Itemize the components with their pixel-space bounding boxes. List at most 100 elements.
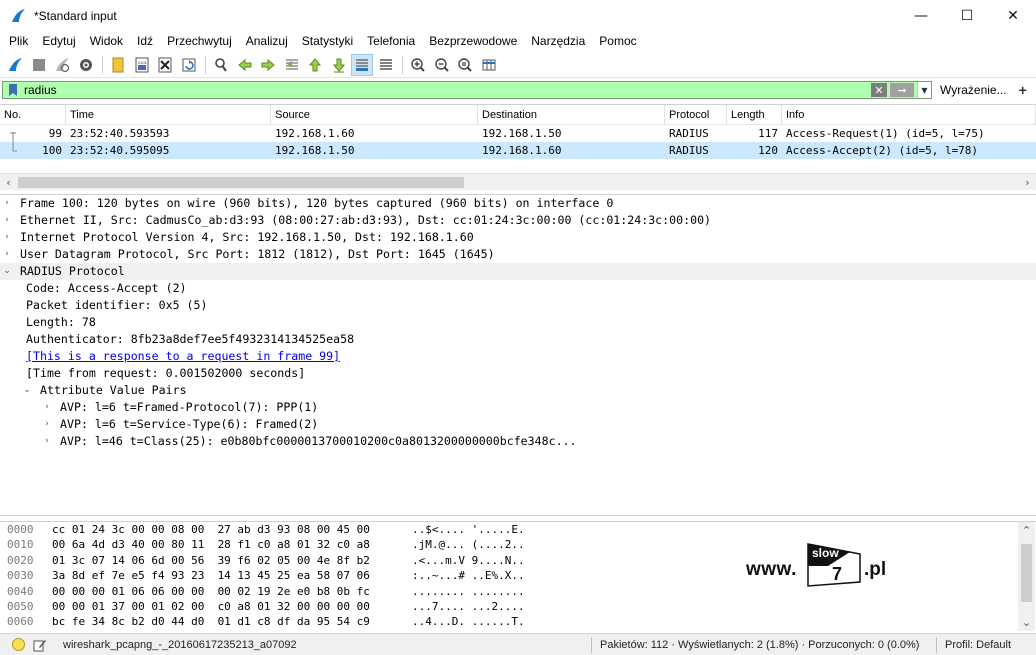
close-file-button[interactable] bbox=[154, 54, 176, 76]
reload-file-button[interactable] bbox=[178, 54, 200, 76]
expand-arrow-icon[interactable]: › bbox=[0, 229, 14, 246]
display-filter-input[interactable] bbox=[21, 82, 871, 98]
restart-capture-button[interactable] bbox=[51, 54, 73, 76]
hex-bytes: 00 00 01 37 00 01 02 00 c0 a8 01 32 00 0… bbox=[52, 599, 370, 613]
tree-node-ethernet[interactable]: › Ethernet II, Src: CadmusCo_ab:d3:93 (08… bbox=[0, 212, 1036, 229]
hex-vertical-scrollbar[interactable]: ⌃ ⌄ bbox=[1018, 522, 1035, 631]
maximize-button[interactable]: ☐ bbox=[944, 0, 990, 31]
tree-field-length[interactable]: Length: 78 bbox=[0, 314, 1036, 331]
wireshark-fin-icon bbox=[12, 8, 25, 22]
tree-node-ipv4[interactable]: › Internet Protocol Version 4, Src: 192.1… bbox=[0, 229, 1036, 246]
hex-row[interactable]: 0060 bc fe 34 8c b2 d0 44 d0 01 d1 c8 df … bbox=[0, 614, 1036, 629]
tree-node-frame[interactable]: › Frame 100: 120 bytes on wire (960 bits)… bbox=[0, 195, 1036, 212]
resize-columns-button[interactable] bbox=[478, 54, 500, 76]
zoom-in-button[interactable] bbox=[407, 54, 429, 76]
expression-button[interactable]: Wyrażenie... bbox=[940, 83, 1007, 97]
column-header-protocol[interactable]: Protocol bbox=[665, 104, 727, 125]
expert-info-led-icon[interactable] bbox=[12, 638, 25, 651]
edit-comment-icon[interactable] bbox=[33, 638, 47, 652]
tree-field-time-from-request[interactable]: [Time from request: 0.001502000 seconds] bbox=[0, 365, 1036, 382]
packet-row[interactable]: 99 23:52:40.593593 192.168.1.60 192.168.… bbox=[0, 125, 1036, 142]
scroll-down-icon[interactable]: ⌄ bbox=[1018, 614, 1035, 630]
menu-analyze[interactable]: Analizuj bbox=[239, 31, 295, 52]
expand-arrow-icon[interactable]: › bbox=[40, 416, 54, 433]
filter-history-dropdown-icon[interactable]: ▼ bbox=[917, 82, 931, 98]
apply-filter-arrow-icon[interactable]: ➞ bbox=[890, 83, 914, 97]
go-back-button[interactable] bbox=[234, 54, 256, 76]
clear-filter-icon[interactable]: ✕ bbox=[871, 83, 887, 97]
request-frame-link[interactable]: [This is a response to a request in fram… bbox=[20, 348, 340, 365]
go-to-packet-button[interactable] bbox=[281, 54, 303, 76]
colorize-button[interactable] bbox=[375, 54, 397, 76]
packet-row-selected[interactable]: 100 23:52:40.595095 192.168.1.50 192.168… bbox=[0, 142, 1036, 159]
autoscroll-button[interactable] bbox=[351, 53, 373, 76]
tree-node-avps[interactable]: ⌄ Attribute Value Pairs bbox=[0, 382, 1036, 399]
column-header-time[interactable]: Time bbox=[66, 104, 271, 125]
last-packet-button[interactable] bbox=[328, 54, 350, 76]
expand-arrow-icon[interactable]: › bbox=[40, 433, 54, 450]
minimize-button[interactable]: — bbox=[898, 0, 944, 31]
tree-node-udp[interactable]: › User Datagram Protocol, Src Port: 1812 … bbox=[0, 246, 1036, 263]
menu-file[interactable]: Plik bbox=[2, 31, 35, 52]
column-header-no[interactable]: No. bbox=[0, 104, 66, 125]
capture-options-button[interactable] bbox=[75, 54, 97, 76]
menu-statistics[interactable]: Statystyki bbox=[295, 31, 360, 52]
go-forward-button[interactable] bbox=[257, 54, 279, 76]
expand-arrow-icon[interactable]: › bbox=[0, 212, 14, 229]
menu-telephony[interactable]: Telefonia bbox=[360, 31, 422, 52]
response-link-icon bbox=[12, 142, 17, 152]
menu-wireless[interactable]: Bezprzewodowe bbox=[422, 31, 524, 52]
hex-row[interactable]: 0000 cc 01 24 3c 00 00 08 00 27 ab d3 93 … bbox=[0, 522, 1036, 537]
column-header-length[interactable]: Length bbox=[727, 104, 782, 125]
scroll-right-icon[interactable]: › bbox=[1019, 174, 1036, 190]
column-header-destination[interactable]: Destination bbox=[478, 104, 665, 125]
tree-field-response-link[interactable]: [This is a response to a request in fram… bbox=[0, 348, 1036, 365]
scroll-up-icon[interactable]: ⌃ bbox=[1018, 522, 1035, 538]
menu-view[interactable]: Widok bbox=[83, 31, 130, 52]
menu-capture[interactable]: Przechwytuj bbox=[160, 31, 239, 52]
close-button[interactable]: ✕ bbox=[990, 0, 1036, 31]
tree-field-packet-identifier[interactable]: Packet identifier: 0x5 (5) bbox=[0, 297, 1036, 314]
hex-row[interactable]: 0050 00 00 01 37 00 01 02 00 c0 a8 01 32 … bbox=[0, 599, 1036, 614]
stop-capture-button[interactable] bbox=[28, 54, 50, 76]
tree-node-avp[interactable]: › AVP: l=6 t=Framed-Protocol(7): PPP(1) bbox=[0, 399, 1036, 416]
zoom-reset-button[interactable] bbox=[454, 54, 476, 76]
open-file-button[interactable] bbox=[107, 54, 129, 76]
start-capture-button[interactable] bbox=[4, 54, 26, 76]
expand-arrow-icon[interactable]: › bbox=[40, 399, 54, 416]
find-packet-button[interactable] bbox=[210, 54, 232, 76]
column-header-source[interactable]: Source bbox=[271, 104, 478, 125]
toolbar-separator bbox=[205, 55, 206, 74]
search-icon bbox=[215, 57, 227, 72]
logo-badge-top: slow bbox=[812, 546, 839, 560]
first-packet-button[interactable] bbox=[304, 54, 326, 76]
tree-node-avp[interactable]: › AVP: l=6 t=Service-Type(6): Framed(2) bbox=[0, 416, 1036, 433]
scroll-left-icon[interactable]: ‹ bbox=[0, 174, 17, 190]
expand-arrow-icon[interactable]: › bbox=[0, 195, 14, 212]
scrollbar-thumb[interactable] bbox=[1021, 544, 1032, 602]
tree-node-avp[interactable]: › AVP: l=46 t=Class(25): e0b80bfc00000137… bbox=[0, 433, 1036, 450]
menu-tools[interactable]: Narzędzia bbox=[524, 31, 592, 52]
tree-field-code[interactable]: Code: Access-Accept (2) bbox=[0, 280, 1036, 297]
expand-arrow-icon[interactable]: › bbox=[0, 246, 14, 263]
menu-go[interactable]: Idź bbox=[130, 31, 160, 52]
collapse-arrow-icon[interactable]: ⌄ bbox=[0, 263, 14, 280]
add-filter-button[interactable]: + bbox=[1019, 82, 1027, 98]
save-file-button[interactable]: 0101 bbox=[131, 54, 153, 76]
menu-edit[interactable]: Edytuj bbox=[35, 31, 82, 52]
tree-node-radius[interactable]: ⌄ RADIUS Protocol bbox=[0, 263, 1036, 280]
hex-offset: 0040 bbox=[7, 584, 34, 598]
title-bar: *Standard input — ☐ ✕ bbox=[0, 0, 1036, 31]
zoom-out-button[interactable] bbox=[431, 54, 453, 76]
column-header-info[interactable]: Info bbox=[782, 104, 1036, 125]
profile-selector[interactable]: Profil: Default bbox=[945, 639, 1011, 651]
close-file-icon bbox=[158, 57, 172, 72]
tree-field-authenticator[interactable]: Authenticator: 8fb23a8def7ee5f4932314134… bbox=[0, 331, 1036, 348]
packet-list-horizontal-scrollbar[interactable]: ‹ › bbox=[0, 173, 1036, 190]
slow7-logo: www. slow 7 .pl bbox=[746, 542, 896, 592]
scrollbar-thumb[interactable] bbox=[18, 177, 464, 188]
menu-help[interactable]: Pomoc bbox=[592, 31, 643, 52]
collapse-arrow-icon[interactable]: ⌄ bbox=[20, 382, 34, 399]
packet-stats: Pakietów: 112 · Wyświetlanych: 2 (1.8%) … bbox=[600, 638, 920, 651]
bookmark-icon[interactable] bbox=[5, 82, 21, 98]
